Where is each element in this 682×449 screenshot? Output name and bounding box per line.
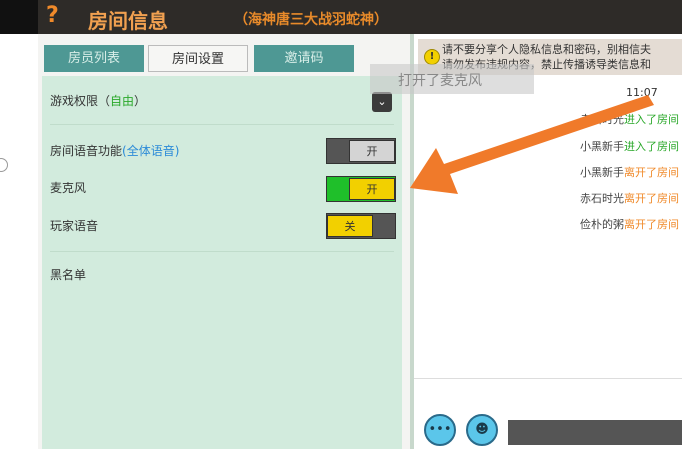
warning-icon: ! (424, 49, 440, 65)
chat-message: 俭朴的粥离开了房间 (580, 216, 679, 232)
page-title: 房间信息 (88, 9, 168, 33)
help-icon[interactable]: ? (46, 3, 59, 28)
tab-invite-code[interactable]: 邀请码 (254, 45, 354, 72)
divider (414, 378, 682, 379)
message-action: 离开了房间 (624, 218, 679, 231)
chat-input[interactable] (508, 420, 682, 445)
toggle-knob: 关 (327, 215, 373, 237)
left-strip (0, 34, 38, 449)
room-voice-toggle[interactable]: 开 (326, 138, 396, 164)
game-permission-label: 游戏权限（自由） (50, 92, 146, 109)
room-voice-mode: (全体语音) (122, 144, 180, 158)
toggle-knob: 开 (349, 140, 395, 162)
microphone-label: 麦克风 (50, 181, 87, 195)
chevron-down-icon[interactable]: ⌄ (372, 92, 392, 112)
toggle-knob: 开 (349, 178, 395, 200)
annotation-arrow (410, 95, 654, 194)
settings-panel: 游戏权限（自由） ⌄ 房间语音功能(全体语音) 开 麦克风 开 玩家语音 关 黑… (42, 76, 402, 449)
user-name: 俭朴的粥 (580, 218, 624, 231)
more-options-button[interactable]: ••• (424, 414, 456, 446)
header-bar: ? 房间信息 （海神唐三大战羽蛇神） (0, 0, 682, 34)
label: 游戏权限（ (50, 94, 111, 108)
divider (50, 124, 394, 125)
emoji-button[interactable]: ☻ (466, 414, 498, 446)
microphone-toggle[interactable]: 开 (326, 176, 396, 202)
notice-line: 请不要分享个人隐私信息和密码，别相信夫 (442, 43, 651, 56)
divider (50, 251, 394, 252)
permission-value: 自由 (110, 94, 135, 108)
tab-members[interactable]: 房员列表 (44, 45, 144, 72)
tab-room-settings[interactable]: 房间设置 (148, 45, 248, 72)
corner-block (0, 0, 38, 34)
label-close: ） (134, 94, 147, 108)
player-voice-label: 玩家语音 (50, 219, 99, 233)
room-name: （海神唐三大战羽蛇神） (234, 12, 388, 28)
label: 房间语音功能 (50, 144, 123, 158)
player-voice-toggle[interactable]: 关 (326, 213, 396, 239)
room-voice-label: 房间语音功能(全体语音) (50, 142, 179, 159)
blacklist-label[interactable]: 黑名单 (50, 266, 86, 283)
side-button[interactable] (0, 158, 8, 172)
